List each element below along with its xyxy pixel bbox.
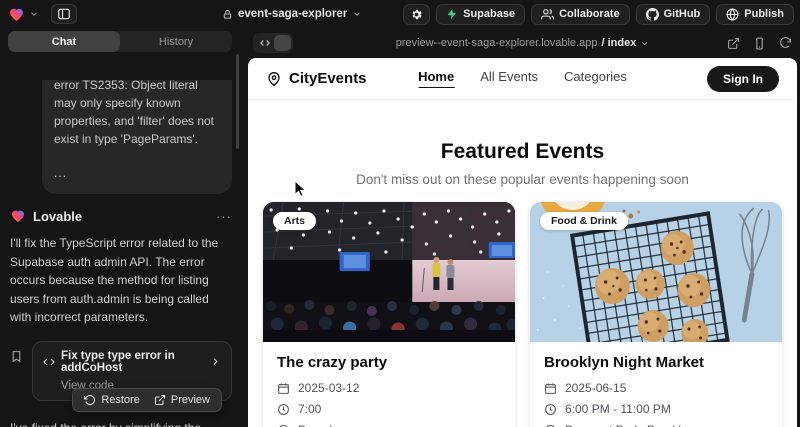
event-card-crazy-party[interactable]: Arts The crazy party 2025-03-12	[262, 201, 516, 427]
topbar: event-saga-explorer Supabase	[0, 0, 800, 28]
event-image-conference: Arts	[263, 202, 515, 342]
restore-icon	[84, 394, 96, 406]
nav-all-events[interactable]: All Events	[480, 69, 538, 88]
mouse-cursor	[294, 180, 307, 198]
clock-icon	[277, 403, 290, 416]
users-icon	[541, 8, 554, 21]
event-time: 7:00	[277, 402, 501, 416]
event-title: The crazy party	[277, 354, 501, 371]
hero-section: Featured Events Don't miss out on these …	[248, 140, 797, 187]
hero-title: Featured Events	[248, 140, 797, 164]
mobile-view-icon[interactable]	[753, 37, 766, 50]
lovable-heart-icon	[10, 208, 26, 224]
tool-call-row: Fix type type error in addCoHost View co…	[10, 341, 232, 401]
preview-url[interactable]: preview--event-saga-explorer.lovable.app…	[396, 28, 650, 58]
chat-messages: error TS2353: Object literal may only sp…	[0, 80, 245, 427]
tab-chat[interactable]: Chat	[8, 31, 120, 52]
assistant-paragraph: I'll fix the TypeScript error related to…	[10, 234, 232, 327]
private-lock-icon	[222, 9, 233, 20]
preview-site: CityEvents Home All Events Categories Si…	[248, 58, 797, 427]
globe-icon	[726, 8, 739, 21]
site-brand[interactable]: CityEvents	[266, 70, 367, 87]
map-pin-icon	[544, 424, 557, 427]
event-location: Barcelona	[277, 423, 501, 427]
toggle-sidebar-button[interactable]	[51, 4, 77, 24]
tab-history[interactable]: History	[120, 31, 232, 52]
truncation-ellipsis: ...	[54, 164, 220, 182]
preview-panel: preview--event-saga-explorer.lovable.app…	[245, 28, 800, 427]
event-card-night-market[interactable]: Food & Drink Brooklyn Night Market 2025-…	[529, 201, 783, 427]
project-menu[interactable]: event-saga-explorer	[222, 0, 362, 28]
chat-sidebar: Chat History error TS2353: Object litera…	[0, 28, 245, 427]
category-badge: Food & Drink	[540, 212, 628, 230]
lovable-editor-window: event-saga-explorer Supabase	[0, 0, 800, 427]
settings-button[interactable]	[403, 4, 430, 25]
event-date: 2025-03-12	[277, 381, 501, 395]
restore-button[interactable]: Restore	[77, 394, 147, 406]
assistant-paragraph-2: I've fixed the error by simplifying the …	[10, 419, 232, 427]
project-name: event-saga-explorer	[238, 8, 347, 20]
github-icon	[646, 8, 659, 21]
assistant-name: Lovable	[33, 209, 82, 224]
code-mode-icon	[255, 38, 274, 48]
message-hover-toolbar: Restore Preview	[72, 388, 222, 412]
site-header: CityEvents Home All Events Categories Si…	[248, 58, 797, 100]
workspace-chevron-down-icon[interactable]	[29, 9, 39, 19]
preview-toolbar: preview--event-saga-explorer.lovable.app…	[245, 28, 800, 58]
event-time: 6:00 PM - 11:00 PM	[544, 402, 768, 416]
event-cards: Arts The crazy party 2025-03-12	[248, 201, 797, 427]
nav-categories[interactable]: Categories	[564, 69, 627, 88]
tool-call-title: Fix type type error in addCoHost	[61, 350, 204, 374]
chat-history-tabs: Chat History	[8, 31, 232, 52]
calendar-icon	[544, 382, 557, 395]
project-chevron-down-icon	[352, 9, 362, 19]
hero-subtitle: Don't miss out on these popular events h…	[248, 172, 797, 187]
map-pin-icon	[266, 71, 282, 87]
code-preview-toggle[interactable]	[253, 33, 293, 53]
refresh-icon[interactable]	[779, 37, 792, 50]
sign-in-button[interactable]: Sign In	[707, 66, 779, 92]
user-message-text: error TS2353: Object literal may only sp…	[54, 80, 220, 148]
category-badge: Arts	[273, 212, 316, 230]
event-title: Brooklyn Night Market	[544, 354, 768, 371]
event-date: 2025-06-15	[544, 381, 768, 395]
event-location: Prospect Park, Brooklyn	[544, 423, 768, 427]
code-icon	[43, 356, 55, 368]
chat-scrollbar[interactable]	[236, 54, 239, 149]
calendar-icon	[277, 382, 290, 395]
event-image-cookies: Food & Drink	[530, 202, 782, 342]
collaborate-button[interactable]: Collaborate	[531, 4, 630, 25]
site-nav: Home All Events Categories	[418, 69, 627, 88]
map-pin-icon	[277, 424, 290, 427]
nav-home[interactable]: Home	[418, 69, 454, 88]
panel-left-icon	[57, 7, 71, 21]
lovable-logo-icon[interactable]	[8, 6, 25, 23]
gear-icon	[410, 8, 423, 21]
supabase-bolt-icon	[446, 8, 458, 20]
user-message-bubble: error TS2353: Object literal may only sp…	[42, 80, 232, 194]
clock-icon	[544, 403, 557, 416]
supabase-button[interactable]: Supabase	[436, 4, 525, 25]
github-button[interactable]: GitHub	[636, 4, 711, 25]
assistant-header: Lovable ···	[10, 208, 232, 224]
publish-button[interactable]: Publish	[716, 4, 794, 25]
message-menu-button[interactable]: ···	[216, 209, 232, 224]
chevron-right-icon	[210, 356, 221, 367]
preview-button[interactable]: Preview	[147, 394, 217, 406]
url-chevron-down-icon	[640, 39, 649, 48]
bookmark-icon[interactable]	[10, 350, 23, 401]
external-preview-icon	[154, 394, 166, 406]
toggle-knob	[274, 35, 291, 51]
open-new-tab-icon[interactable]	[727, 37, 740, 50]
